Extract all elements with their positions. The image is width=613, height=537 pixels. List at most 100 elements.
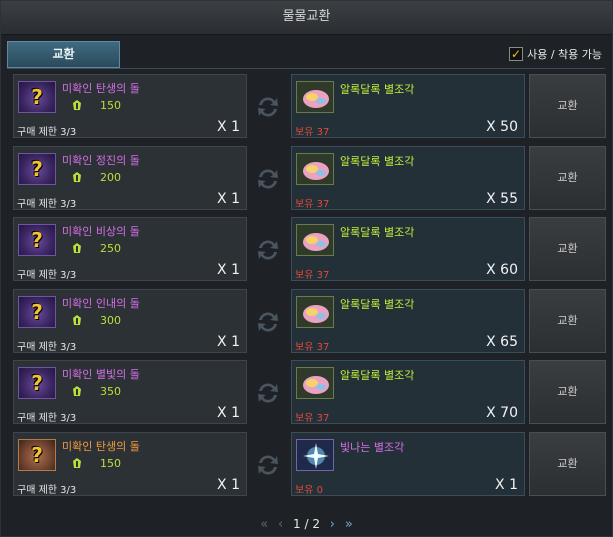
- cost-item-slot[interactable]: ? 미확인 비상의 돌 250 구매 제한 3/3 X 1: [13, 217, 247, 281]
- cost-item-name: 미확인 탄생의 돌: [62, 82, 140, 95]
- last-page-icon[interactable]: »: [345, 517, 353, 532]
- swap-arrows-icon: [258, 383, 278, 403]
- swap-arrows-icon: [258, 454, 278, 475]
- reward-item-slot[interactable]: 알록달록 별조각 보유 37 X 50: [291, 74, 525, 138]
- exchange-button[interactable]: 교환: [529, 288, 606, 353]
- currency-icon: [73, 457, 81, 468]
- cost-item-name: 미확인 비상의 돌: [62, 225, 140, 238]
- pagination: « ‹ 1 / 2 › »: [1, 517, 612, 532]
- exchange-row: ? 미확인 정진의 돌 200 구매 제한 3/3 X 1 알록달록 별조각 보…: [13, 145, 607, 218]
- colorful-star-fragment-icon: [296, 295, 334, 328]
- colorful-star-fragment-icon: [296, 152, 334, 185]
- exchange-button[interactable]: 교환: [529, 217, 606, 281]
- exchange-button[interactable]: 교환: [529, 74, 606, 138]
- exchange-list: ? 미확인 탄생의 돌 150 구매 제한 3/3 X 1 알록달록 별조각 보…: [13, 74, 607, 503]
- usable-filter[interactable]: ✓ 사용 / 착용 가능: [509, 46, 602, 62]
- cost-item-slot[interactable]: ? 미확인 정진의 돌 200 구매 제한 3/3 X 1: [13, 145, 247, 210]
- reward-item-name: 알록달록 별조각: [340, 369, 415, 382]
- owned-count: 보유 37: [295, 270, 330, 281]
- cost-quantity: X 1: [217, 405, 240, 421]
- currency-icon: [73, 243, 81, 253]
- exchange-button[interactable]: 교환: [529, 145, 606, 210]
- swap-arrows-icon: [258, 240, 278, 260]
- reward-item-slot[interactable]: 알록달록 별조각 보유 37 X 65: [291, 288, 525, 353]
- reward-quantity: X 55: [486, 190, 518, 207]
- exchange-button[interactable]: 교환: [529, 360, 606, 424]
- exchange-row: ? 미확인 탄생의 돌 150 구매 제한 3/3 X 1 알록달록 별조각 보…: [13, 74, 607, 146]
- cost-quantity: X 1: [217, 119, 240, 135]
- first-page-icon[interactable]: «: [260, 517, 268, 532]
- currency-icon: [73, 100, 81, 110]
- unidentified-stone-icon: ?: [18, 438, 56, 471]
- exchange-button[interactable]: 교환: [529, 431, 606, 496]
- reward-quantity: X 50: [486, 119, 518, 135]
- exchange-row: ? 미확인 탄생의 돌 150 구매 제한 3/3 X 1 빛나는 별조각 보유…: [13, 431, 607, 504]
- cost-amount: 150: [100, 456, 121, 470]
- cost-item-slot[interactable]: ? 미확인 탄생의 돌 150 구매 제한 3/3 X 1: [13, 431, 247, 496]
- owned-count: 보유 37: [295, 341, 330, 353]
- cost-item-name: 미확인 인내의 돌: [62, 296, 140, 310]
- unidentified-stone-icon: ?: [18, 224, 56, 256]
- owned-count: 보유 0: [295, 484, 323, 496]
- usable-filter-label: 사용 / 착용 가능: [527, 48, 602, 61]
- cost-item-slot[interactable]: ? 미확인 별빛의 돌 350 구매 제한 3/3 X 1: [13, 360, 247, 424]
- exchange-row: ? 미확인 별빛의 돌 350 구매 제한 3/3 X 1 알록달록 별조각 보…: [13, 360, 607, 432]
- window-title: 물물교환: [1, 1, 612, 35]
- tab-divider: [7, 68, 605, 69]
- reward-quantity: X 65: [486, 333, 518, 350]
- reward-item-slot[interactable]: 알록달록 별조각 보유 37 X 60: [291, 217, 525, 281]
- purchase-limit: 구매 제한 3/3: [17, 413, 77, 424]
- owned-count: 보유 37: [295, 413, 330, 424]
- reward-quantity: X 60: [486, 262, 518, 278]
- cost-item-name: 미확인 별빛의 돌: [62, 368, 140, 381]
- page-indicator: 1 / 2: [293, 517, 320, 531]
- next-page-icon[interactable]: ›: [330, 517, 335, 532]
- reward-item-name: 알록달록 별조각: [340, 297, 415, 311]
- exchange-row: ? 미확인 인내의 돌 300 구매 제한 3/3 X 1 알록달록 별조각 보…: [13, 288, 607, 361]
- unidentified-stone-icon: ?: [18, 152, 56, 185]
- cost-quantity: X 1: [217, 333, 240, 350]
- unidentified-stone-icon: ?: [18, 295, 56, 328]
- barter-window: 물물교환 교환 ✓ 사용 / 착용 가능 ? 미확인 탄생의 돌 150 구매 …: [0, 0, 613, 537]
- currency-icon: [73, 314, 81, 325]
- purchase-limit: 구매 제한 3/3: [17, 270, 77, 281]
- cost-amount: 200: [100, 170, 121, 184]
- unidentified-stone-icon: ?: [18, 81, 56, 113]
- cost-amount: 350: [100, 385, 121, 398]
- usable-filter-checkbox[interactable]: ✓: [509, 47, 524, 61]
- cost-quantity: X 1: [217, 262, 240, 278]
- unidentified-stone-icon: ?: [18, 367, 56, 399]
- cost-quantity: X 1: [217, 476, 240, 493]
- cost-item-slot[interactable]: ? 미확인 탄생의 돌 150 구매 제한 3/3 X 1: [13, 74, 247, 138]
- colorful-star-fragment-icon: [296, 224, 334, 256]
- currency-icon: [73, 386, 81, 396]
- reward-quantity: X 1: [495, 476, 518, 493]
- cost-amount: 300: [100, 313, 121, 327]
- reward-quantity: X 70: [486, 405, 518, 421]
- cost-amount: 250: [100, 242, 121, 255]
- cost-item-name: 미확인 정진의 돌: [62, 153, 140, 167]
- cost-item-slot[interactable]: ? 미확인 인내의 돌 300 구매 제한 3/3 X 1: [13, 288, 247, 353]
- reward-item-name: 빛나는 별조각: [340, 440, 405, 454]
- swap-arrows-icon: [258, 311, 278, 332]
- reward-item-name: 알록달록 별조각: [340, 226, 415, 239]
- purchase-limit: 구매 제한 3/3: [17, 484, 77, 496]
- purchase-limit: 구매 제한 3/3: [17, 198, 77, 210]
- cost-quantity: X 1: [217, 190, 240, 207]
- reward-item-name: 알록달록 별조각: [340, 154, 415, 168]
- purchase-limit: 구매 제한 3/3: [17, 341, 77, 353]
- reward-item-slot[interactable]: 빛나는 별조각 보유 0 X 1: [291, 431, 525, 496]
- exchange-row: ? 미확인 비상의 돌 250 구매 제한 3/3 X 1 알록달록 별조각 보…: [13, 217, 607, 289]
- purchase-limit: 구매 제한 3/3: [17, 127, 77, 138]
- reward-item-slot[interactable]: 알록달록 별조각 보유 37 X 70: [291, 360, 525, 424]
- tab-exchange[interactable]: 교환: [7, 41, 120, 68]
- swap-arrows-icon: [258, 168, 278, 189]
- reward-item-slot[interactable]: 알록달록 별조각 보유 37 X 55: [291, 145, 525, 210]
- prev-page-icon[interactable]: ‹: [278, 517, 283, 532]
- swap-arrows-icon: [258, 97, 278, 117]
- reward-item-name: 알록달록 별조각: [340, 83, 415, 96]
- shining-star-fragment-icon: [296, 438, 334, 471]
- cost-item-name: 미확인 탄생의 돌: [62, 439, 140, 453]
- currency-icon: [73, 171, 81, 182]
- colorful-star-fragment-icon: [296, 367, 334, 399]
